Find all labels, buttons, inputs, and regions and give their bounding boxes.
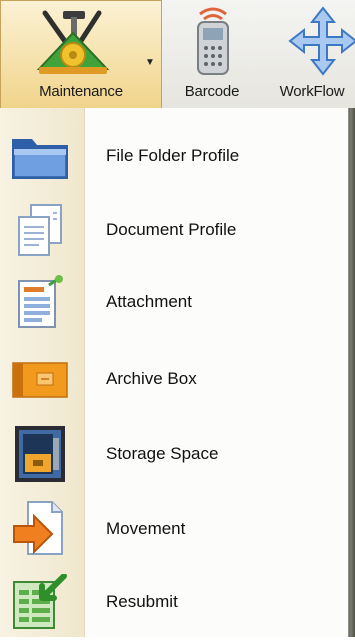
storage-safe-icon bbox=[10, 424, 70, 484]
barcode-scanner-icon bbox=[192, 6, 234, 83]
menu-item-file-folder-profile[interactable]: File Folder Profile bbox=[0, 118, 348, 194]
menu-item-label: Archive Box bbox=[106, 369, 197, 388]
barcode-button[interactable]: Barcode bbox=[166, 0, 258, 108]
maintenance-tools-icon bbox=[25, 7, 121, 82]
toolbar: ▼ Maintenance Barcode WorkFlow bbox=[0, 0, 355, 109]
menu-item-label: File Folder Profile bbox=[106, 146, 240, 165]
maintenance-dropdown-menu: File Folder Profile Document Profile Att… bbox=[0, 108, 349, 637]
menu-item-movement[interactable]: Movement bbox=[0, 491, 348, 567]
menu-item-attachment[interactable]: Attachment bbox=[0, 264, 348, 340]
attachment-icon bbox=[10, 272, 70, 332]
menu-item-label: Movement bbox=[106, 519, 186, 538]
workflow-label: WorkFlow bbox=[279, 83, 345, 100]
movement-arrow-icon bbox=[10, 499, 70, 559]
maintenance-label: Maintenance bbox=[39, 83, 123, 100]
barcode-label: Barcode bbox=[184, 83, 240, 100]
menu-item-label: Resubmit bbox=[106, 592, 178, 611]
menu-item-label: Attachment bbox=[106, 292, 192, 311]
menu-item-storage-space[interactable]: Storage Space bbox=[0, 416, 348, 492]
maintenance-button[interactable]: ▼ Maintenance bbox=[0, 0, 162, 108]
menu-item-resubmit[interactable]: Resubmit bbox=[0, 564, 348, 640]
workflow-arrows-icon bbox=[288, 6, 355, 81]
menu-item-document-profile[interactable]: Document Profile bbox=[0, 192, 348, 268]
resubmit-icon bbox=[10, 572, 70, 632]
folder-icon bbox=[10, 126, 70, 186]
menu-shadow bbox=[348, 108, 355, 637]
menu-item-label: Document Profile bbox=[106, 220, 237, 239]
workflow-button[interactable]: WorkFlow bbox=[262, 0, 355, 108]
menu-item-label: Storage Space bbox=[106, 444, 219, 463]
menu-item-archive-box[interactable]: Archive Box bbox=[0, 341, 348, 417]
archive-box-icon bbox=[10, 349, 70, 409]
documents-icon bbox=[10, 200, 70, 260]
chevron-down-icon[interactable]: ▼ bbox=[145, 57, 155, 68]
